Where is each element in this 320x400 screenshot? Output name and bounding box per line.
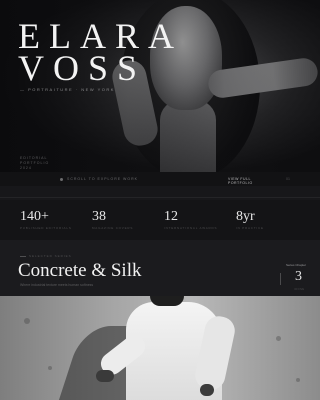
stat-label: PUBLISHED EDITORIALS bbox=[20, 226, 72, 230]
model-hand bbox=[200, 384, 214, 396]
section-kicker-label: SELECTED SERIES bbox=[29, 254, 72, 258]
top-navbar: SCROLL TO EXPLORE WORK VIEW FULL PORTFOL… bbox=[0, 172, 320, 186]
stat-value: 8yr bbox=[236, 209, 255, 224]
chapter-label: Series Chapter bbox=[285, 263, 306, 267]
view-portfolio-link[interactable]: VIEW FULL PORTFOLIO bbox=[228, 177, 258, 185]
wall-texture bbox=[296, 378, 300, 382]
section-divider bbox=[0, 197, 320, 198]
dash-icon bbox=[20, 255, 26, 257]
stat-item: 12 INTERNATIONAL AWARDS bbox=[164, 209, 217, 230]
scroll-hint: SCROLL TO EXPLORE WORK bbox=[60, 177, 138, 181]
stat-label: MAGAZINE COVERS bbox=[92, 226, 134, 230]
wall-texture bbox=[276, 336, 281, 341]
hero-tagline: — PORTRAITURE · NEW YORK bbox=[20, 87, 115, 92]
wall-texture bbox=[24, 318, 30, 324]
model-hand bbox=[96, 370, 114, 382]
chapter-number: 3 bbox=[295, 269, 302, 284]
section-subtitle: Where industrial texture meets human sof… bbox=[20, 283, 94, 287]
section-title: Concrete & Silk bbox=[18, 260, 142, 281]
stat-label: INTERNATIONAL AWARDS bbox=[164, 226, 218, 230]
photographer-name: ELARA VOSS bbox=[18, 18, 183, 86]
dot-icon bbox=[60, 177, 63, 181]
chapter-caption: OF FIVE bbox=[294, 288, 304, 291]
section-kicker: SELECTED SERIES bbox=[20, 254, 72, 258]
stat-item: 38 MAGAZINE COVERS bbox=[92, 209, 133, 230]
stats-row: 140+ PUBLISHED EDITORIALS 38 MAGAZINE CO… bbox=[0, 200, 320, 240]
series-section: SELECTED SERIES Concrete & Silk Where in… bbox=[0, 240, 320, 296]
stat-value: 12 bbox=[164, 209, 178, 224]
stat-label: IN PRACTICE bbox=[236, 226, 264, 230]
hero-meta-line: 2024 bbox=[20, 166, 32, 170]
page-index: 01 bbox=[286, 177, 290, 181]
hero-meta: EDITORIAL PORTFOLIO 2024 bbox=[20, 156, 49, 171]
series-photo[interactable] bbox=[0, 296, 320, 400]
hero-section: ELARA VOSS — PORTRAITURE · NEW YORK EDIT… bbox=[0, 0, 320, 172]
stat-item: 8yr IN PRACTICE bbox=[236, 209, 264, 230]
stat-value: 140+ bbox=[20, 209, 49, 224]
stat-value: 38 bbox=[92, 209, 106, 224]
last-name: VOSS bbox=[18, 48, 147, 88]
model-hair bbox=[150, 296, 184, 306]
scroll-hint-label: SCROLL TO EXPLORE WORK bbox=[67, 177, 138, 181]
wall-texture bbox=[48, 366, 52, 370]
stat-item: 140+ PUBLISHED EDITORIALS bbox=[20, 209, 72, 230]
